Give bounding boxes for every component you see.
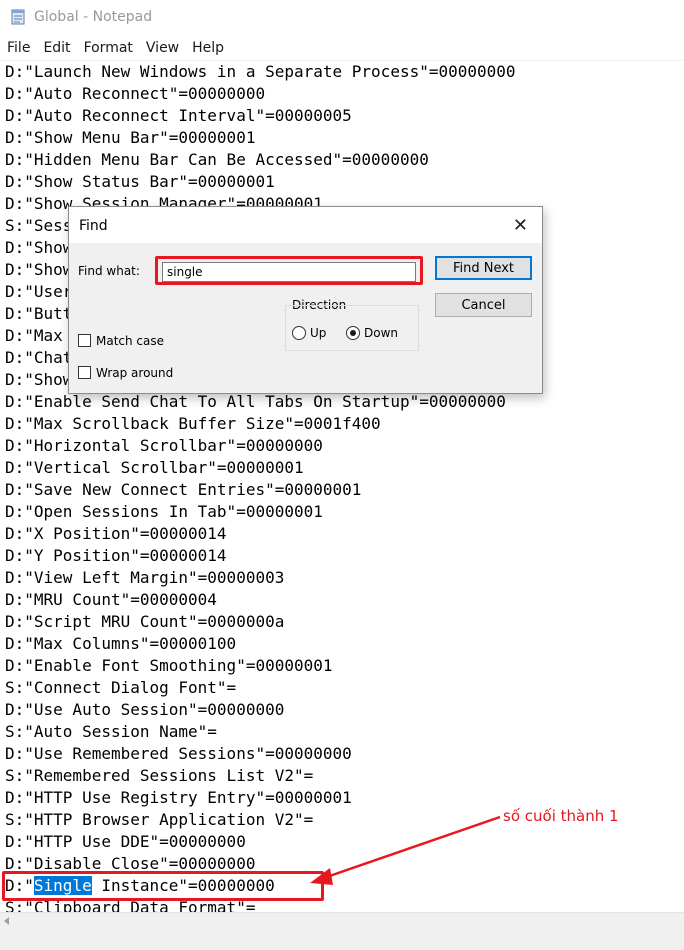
text-line: D:"Enable Font Smoothing"=00000001	[5, 656, 333, 675]
text-line: D:"Use Remembered Sessions"=00000000	[5, 744, 352, 763]
text-line: D:"Use Auto Session"=00000000	[5, 700, 285, 719]
scroll-left-icon[interactable]	[4, 917, 9, 925]
window-bottom	[0, 930, 684, 950]
text-line: D:"Save New Connect Entries"=00000001	[5, 480, 362, 499]
direction-down-radio[interactable]	[346, 326, 360, 340]
menu-format[interactable]: Format	[81, 38, 136, 58]
menu-edit[interactable]: Edit	[40, 38, 73, 58]
close-icon[interactable]: ✕	[513, 216, 528, 234]
match-case-label[interactable]: Match case	[96, 334, 164, 348]
find-next-button[interactable]: Find Next	[435, 256, 532, 280]
text-line: D:"View Left Margin"=00000003	[5, 568, 285, 587]
direction-down-label[interactable]: Down	[364, 326, 398, 340]
text-line: D:"MRU Count"=00000004	[5, 590, 217, 609]
cancel-button[interactable]: Cancel	[435, 293, 532, 317]
wrap-around-label[interactable]: Wrap around	[96, 366, 173, 380]
text-line: D:"Hidden Menu Bar Can Be Accessed"=0000…	[5, 150, 429, 169]
menu-help[interactable]: Help	[189, 38, 227, 58]
text-line: D:"Vertical Scrollbar"=00000001	[5, 458, 304, 477]
text-line: S:"Connect Dialog Font"=	[5, 678, 237, 697]
match-case-checkbox[interactable]	[78, 334, 91, 347]
find-dialog-title: Find	[79, 218, 108, 234]
text-line: D:"Auto Reconnect Interval"=00000005	[5, 106, 352, 125]
find-dialog: Find ✕ Find what: single Find Next Cance…	[68, 206, 543, 394]
text-editor[interactable]: D:"Launch New Windows in a Separate Proc…	[0, 60, 684, 913]
text-line: D:"Enable Send Chat To All Tabs On Start…	[5, 392, 506, 411]
notepad-icon	[11, 9, 25, 25]
text-line: S:"Remembered Sessions List V2"=	[5, 766, 314, 785]
find-input-highlight	[155, 256, 423, 285]
annotation-note: số cuối thành 1	[503, 807, 619, 825]
text-line: D:"Show Menu Bar"=00000001	[5, 128, 256, 147]
text-line: D:"Launch New Windows in a Separate Proc…	[5, 62, 516, 81]
text-line: D:"Open Sessions In Tab"=00000001	[5, 502, 323, 521]
text-line: D:"HTTP Use Registry Entry"=00000001	[5, 788, 352, 807]
menu-file[interactable]: File	[4, 38, 33, 58]
wrap-around-checkbox[interactable]	[78, 366, 91, 379]
text-line: D:"Show Status Bar"=00000001	[5, 172, 275, 191]
text-line: D:"Auto Reconnect"=00000000	[5, 84, 266, 103]
find-dialog-titlebar: Find ✕	[69, 207, 542, 243]
text-line: D:"Max Scrollback Buffer Size"=0001f400	[5, 414, 381, 433]
editor-text: D:"Launch New Windows in a Separate Proc…	[5, 61, 516, 913]
text-line: S:"HTTP Browser Application V2"=	[5, 810, 314, 829]
horizontal-scrollbar[interactable]	[0, 912, 684, 930]
text-line: D:"Max Columns"=00000100	[5, 634, 237, 653]
text-line: D:"Script MRU Count"=0000000a	[5, 612, 285, 631]
text-line: D:"Y Position"=00000014	[5, 546, 227, 565]
title-bar: Global - Notepad	[0, 0, 684, 34]
text-line: D:"Horizontal Scrollbar"=00000000	[5, 436, 323, 455]
window-title: Global - Notepad	[34, 9, 153, 25]
direction-up-label[interactable]: Up	[310, 326, 326, 340]
direction-up-radio[interactable]	[292, 326, 306, 340]
text-line: S:"Auto Session Name"=	[5, 722, 217, 741]
text-line: D:"X Position"=00000014	[5, 524, 227, 543]
selected-line-highlight	[2, 871, 324, 901]
menu-bar: File Edit Format View Help	[0, 36, 684, 60]
menu-view[interactable]: View	[143, 38, 182, 58]
find-what-label: Find what:	[78, 264, 140, 278]
text-line: D:"HTTP Use DDE"=00000000	[5, 832, 246, 851]
